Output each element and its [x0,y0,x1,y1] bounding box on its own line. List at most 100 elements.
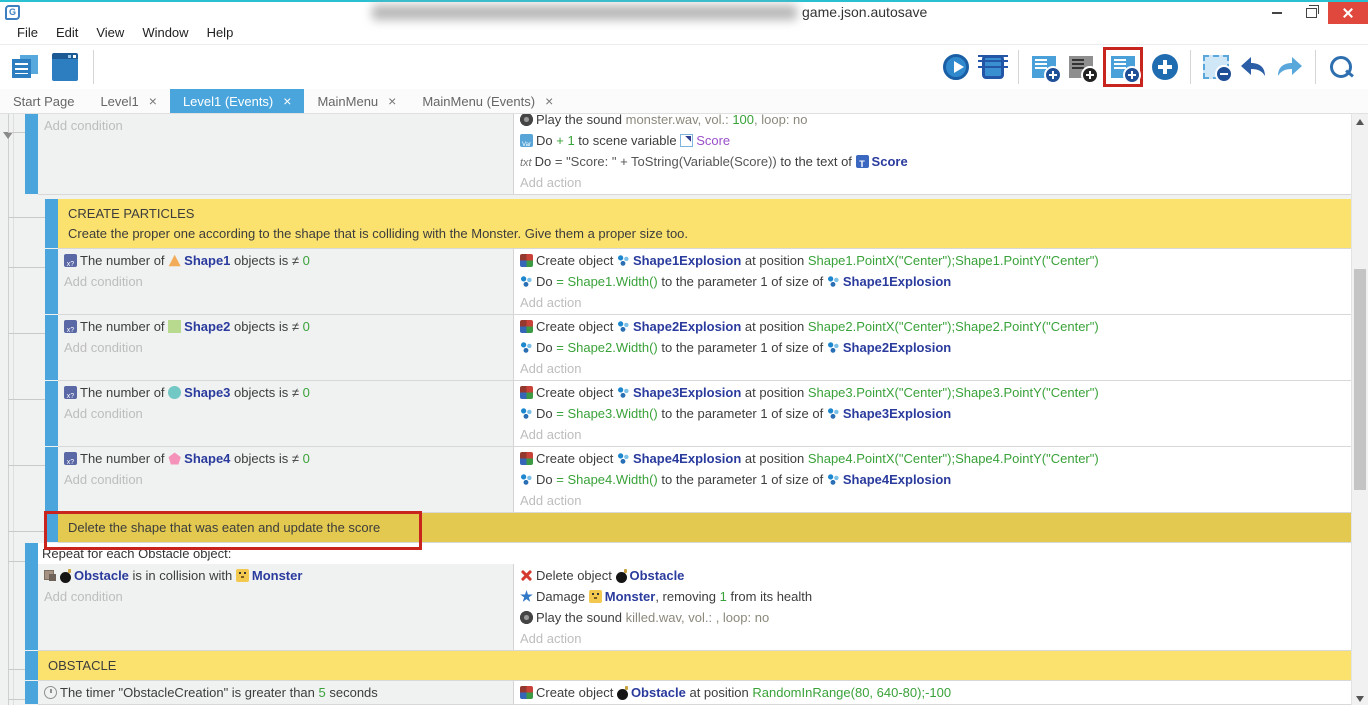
conditions-cell[interactable]: The number of Shape2 objects is ≠ 0Add c… [58,315,514,380]
add-external-events-button[interactable] [1066,51,1096,83]
tab-level1-events[interactable]: Level1 (Events)× [170,89,305,113]
conditions-cell[interactable]: Add condition [38,114,514,194]
scroll-up-button[interactable] [1352,114,1368,130]
debug-button[interactable] [978,51,1008,83]
event-row[interactable]: The number of Shape4 objects is ≠ 0Add c… [0,447,1352,513]
actions-cell[interactable]: Create object Shape1Explosion at positio… [514,249,1352,314]
tab-close-icon[interactable]: × [283,93,291,109]
add-events-sheet-button[interactable] [1108,51,1138,83]
event-row[interactable]: The number of Shape1 objects is ≠ 0Add c… [0,249,1352,315]
tab-mainmenu[interactable]: MainMenu× [304,89,409,113]
menu-window[interactable]: Window [133,22,197,44]
comment-row[interactable]: Delete the shape that was eaten and upda… [0,513,1352,543]
event-row[interactable]: The number of Shape3 objects is ≠ 0Add c… [0,381,1352,447]
menu-view[interactable]: View [87,22,133,44]
event-row[interactable]: Add conditionPlay the sound monster.wav,… [0,114,1352,195]
play-button[interactable] [941,51,971,83]
search-button[interactable] [1326,51,1356,83]
tab-mainmenu-events[interactable]: MainMenu (Events)× [409,89,566,113]
undo-button[interactable] [1238,51,1268,83]
comment-box[interactable]: CREATE PARTICLESCreate the proper one ac… [58,199,1352,249]
add-action-link[interactable]: Add action [514,358,1352,379]
scroll-down-button[interactable] [1352,691,1368,705]
action-line[interactable]: Damage Monster, removing 1 from its heal… [514,586,1352,607]
redo-button[interactable] [1275,51,1305,83]
conditions-cell[interactable]: Obstacle is in collision with MonsterAdd… [38,564,514,650]
tab-close-icon[interactable]: × [545,93,553,109]
action-line[interactable]: Create object Shape4Explosion at positio… [514,448,1352,469]
condition-line[interactable]: Obstacle is in collision with Monster [38,565,513,586]
tab-close-icon[interactable]: × [149,93,157,109]
add-scene-button[interactable] [1029,51,1059,83]
add-action-link[interactable]: Add action [514,628,1352,649]
add-action-link[interactable]: Add action [514,292,1352,313]
comment-box[interactable]: Delete the shape that was eaten and upda… [58,513,1352,543]
add-object-button[interactable] [1150,51,1180,83]
action-line[interactable]: Create object Shape3Explosion at positio… [514,382,1352,403]
token-t: to the parameter 1 of size of [658,340,827,355]
action-line[interactable]: Do = Shape3.Width() to the parameter 1 o… [514,403,1352,424]
conditions-cell[interactable]: The number of Shape3 objects is ≠ 0Add c… [58,381,514,446]
remove-selection-button[interactable] [1201,51,1231,83]
comment-row[interactable]: OBSTACLE [0,651,1352,681]
condition-line[interactable]: The timer "ObstacleCreation" is greater … [38,682,513,703]
actions-cell[interactable]: Create object Shape2Explosion at positio… [514,315,1352,380]
action-line[interactable]: Create object Shape1Explosion at positio… [514,250,1352,271]
token-t: Create object [536,385,617,400]
add-condition-link[interactable]: Add condition [58,403,513,424]
repeat-event-header[interactable]: Repeat for each Obstacle object: [38,543,1352,564]
tab-start-page[interactable]: Start Page [0,89,87,113]
action-line[interactable]: Play the sound monster.wav, vol.: 100, l… [514,114,1352,130]
vertical-scrollbar[interactable] [1351,114,1368,705]
add-condition-link[interactable]: Add condition [58,271,513,292]
actions-cell[interactable]: Play the sound monster.wav, vol.: 100, l… [514,114,1352,194]
add-condition-link[interactable]: Add condition [38,586,513,607]
menu-file[interactable]: File [8,22,47,44]
condition-line[interactable]: The number of Shape2 objects is ≠ 0 [58,316,513,337]
token-obj: Shape2 [184,319,230,334]
add-condition-link[interactable]: Add condition [58,469,513,490]
event-row[interactable]: The number of Shape2 objects is ≠ 0Add c… [0,315,1352,381]
condition-line[interactable]: The number of Shape1 objects is ≠ 0 [58,250,513,271]
condition-line[interactable]: The number of Shape3 objects is ≠ 0 [58,382,513,403]
events-sheet-button[interactable] [10,51,40,83]
conditions-cell[interactable]: The timer "ObstacleCreation" is greater … [38,681,514,704]
count-icon [64,254,77,267]
actions-cell[interactable]: Create object Obstacle at position Rando… [514,681,1352,704]
add-action-link[interactable]: Add action [514,490,1352,511]
comment-box[interactable]: OBSTACLE [38,651,1352,681]
toolbar-left-group [0,50,97,84]
add-condition-link[interactable]: Add condition [58,337,513,358]
action-line[interactable]: Do + 1 to scene variable Score [514,130,1352,151]
scene-editor-button[interactable] [50,51,80,83]
action-line[interactable]: Create object Shape2Explosion at positio… [514,316,1352,337]
condition-line[interactable]: The number of Shape4 objects is ≠ 0 [58,448,513,469]
menu-help[interactable]: Help [198,22,243,44]
action-line[interactable]: Do = Shape4.Width() to the parameter 1 o… [514,469,1352,490]
restore-button[interactable] [1294,2,1328,24]
tab-level1[interactable]: Level1× [87,89,170,113]
minimize-button[interactable] [1260,2,1294,24]
actions-cell[interactable]: Create object Shape3Explosion at positio… [514,381,1352,446]
scrollbar-thumb[interactable] [1354,269,1366,490]
remove-selection-icon [1203,55,1229,79]
close-button[interactable] [1328,2,1368,24]
conditions-cell[interactable]: The number of Shape4 objects is ≠ 0Add c… [58,447,514,512]
action-line[interactable]: Play the sound killed.wav, vol.: , loop:… [514,607,1352,628]
add-action-link[interactable]: Add action [514,424,1352,445]
comment-row[interactable]: CREATE PARTICLESCreate the proper one ac… [0,199,1352,249]
actions-cell[interactable]: Create object Shape4Explosion at positio… [514,447,1352,512]
action-line[interactable]: txtDo = "Score: " + ToString(Variable(Sc… [514,151,1352,172]
event-row[interactable]: Repeat for each Obstacle object:Obstacle… [0,543,1352,651]
conditions-cell[interactable]: The number of Shape1 objects is ≠ 0Add c… [58,249,514,314]
add-action-link[interactable]: Add action [514,172,1352,193]
action-line[interactable]: Delete object Obstacle [514,565,1352,586]
actions-cell[interactable]: Delete object ObstacleDamage Monster, re… [514,564,1352,650]
tab-close-icon[interactable]: × [388,93,396,109]
event-row[interactable]: The timer "ObstacleCreation" is greater … [0,681,1352,705]
add-condition-link[interactable]: Add condition [38,115,513,136]
action-line[interactable]: Create object Obstacle at position Rando… [514,682,1352,703]
action-line[interactable]: Do = Shape1.Width() to the parameter 1 o… [514,271,1352,292]
menu-edit[interactable]: Edit [47,22,87,44]
action-line[interactable]: Do = Shape2.Width() to the parameter 1 o… [514,337,1352,358]
